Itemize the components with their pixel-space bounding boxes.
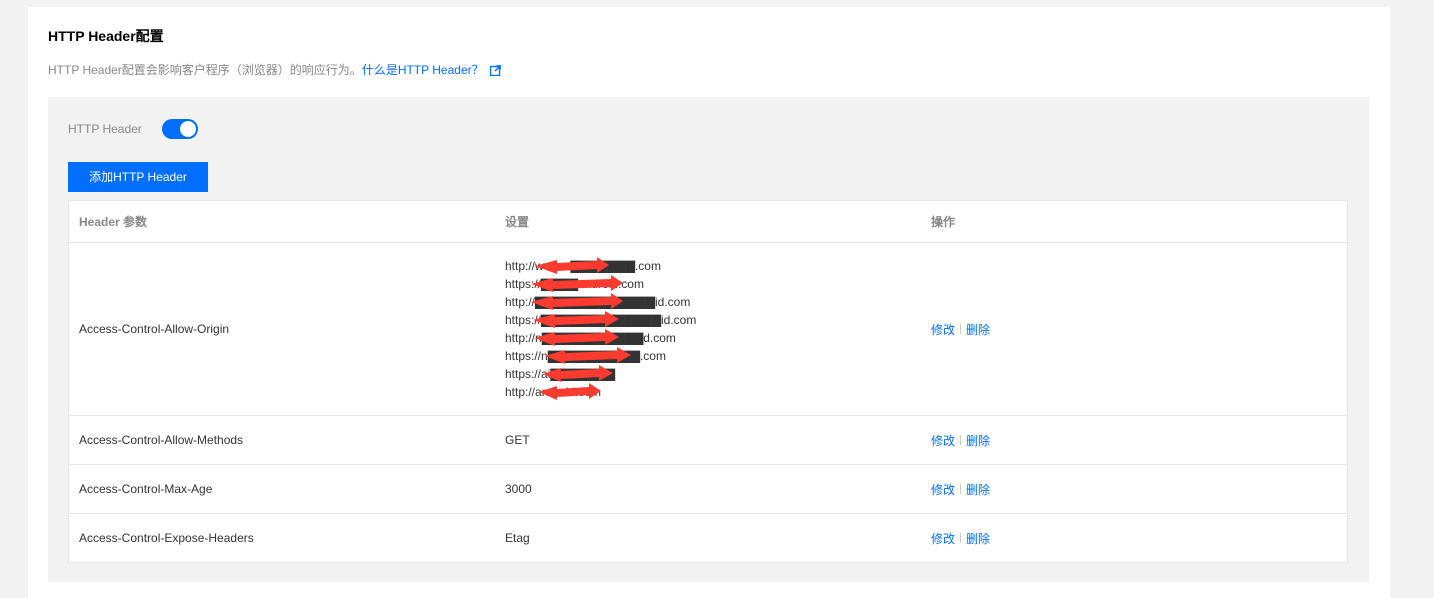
header-value: Etag (505, 531, 530, 545)
row-actions: 修改 删除 (931, 465, 1331, 513)
row-actions: 修改 删除 (931, 514, 1331, 562)
edit-link[interactable]: 修改 (931, 432, 955, 449)
column-header-param: Header 参数 (79, 215, 148, 229)
origin-item: https://▇▇▇▇▇▇▇▇▇▇▇▇▇id.com (505, 313, 697, 327)
http-header-toggle[interactable] (162, 119, 198, 139)
origin-list: http://www.a▇▇▇▇▇▇▇.com https://▇▇▇▇andr… (505, 257, 696, 401)
section-description: HTTP Header配置会影响客户程序（浏览器）的响应行为。什么是HTTP H… (48, 61, 501, 79)
delete-link[interactable]: 删除 (966, 481, 990, 498)
switch-label: HTTP Header (68, 122, 142, 136)
edit-link[interactable]: 修改 (931, 321, 955, 338)
table-row: Access-Control-Max-Age 3000 修改 删除 (69, 464, 1347, 513)
table-row: Access-Control-Allow-Methods GET 修改 删除 (69, 415, 1347, 464)
origin-item: http://n▇▇▇▇▇▇▇▇▇▇▇d.com (505, 331, 676, 345)
action-divider (960, 435, 962, 445)
edit-link[interactable]: 修改 (931, 530, 955, 547)
header-param: Access-Control-Expose-Headers (79, 531, 254, 545)
origin-item: http://www.a▇▇▇▇▇▇▇.com (505, 259, 661, 273)
table-row: Access-Control-Allow-Origin http://www.a… (69, 242, 1347, 415)
external-link-icon[interactable] (489, 65, 501, 79)
row-actions: 修改 删除 (931, 416, 1331, 464)
delete-link[interactable]: 删除 (966, 321, 990, 338)
column-header-action: 操作 (931, 215, 956, 229)
table-row: Access-Control-Expose-Headers Etag 修改 删除 (69, 513, 1347, 562)
origin-item: https://▇▇▇▇android.com (505, 277, 644, 291)
section-title: HTTP Header配置 (48, 28, 164, 44)
origin-item: https://n▇▇▇▇▇▇▇▇▇▇.com (505, 349, 666, 363)
delete-link[interactable]: 删除 (966, 530, 990, 547)
column-header-setting: 设置 (505, 215, 530, 229)
header-param: Access-Control-Max-Age (79, 482, 213, 496)
help-link[interactable]: 什么是HTTP Header？ (362, 63, 484, 77)
description-text: HTTP Header配置会影响客户程序（浏览器）的响应行为。 (48, 63, 362, 77)
origin-item: http://▇▇▇▇▇▇▇▇▇▇▇▇▇id.com (505, 295, 691, 309)
toggle-knob (180, 121, 196, 137)
edit-link[interactable]: 修改 (931, 481, 955, 498)
header-value: http://www.a▇▇▇▇▇▇▇.com https://▇▇▇▇andr… (505, 243, 925, 415)
header-param: Access-Control-Allow-Origin (79, 322, 230, 336)
header-value: 3000 (505, 482, 532, 496)
action-divider (960, 324, 962, 334)
row-actions: 修改 删除 (931, 243, 1331, 415)
delete-link[interactable]: 删除 (966, 432, 990, 449)
origin-item: https://ai▇▇▇▇▇▇▇ (505, 367, 615, 381)
action-divider (960, 533, 962, 543)
http-header-panel: HTTP Header 添加HTTP Header Header 参数 设置 操… (48, 97, 1369, 582)
header-param: Access-Control-Allow-Methods (79, 433, 244, 447)
header-table: Header 参数 设置 操作 Access-Control-Allow-Ori… (68, 200, 1348, 563)
table-header-row: Header 参数 设置 操作 (69, 201, 1347, 242)
http-header-card: HTTP Header配置 HTTP Header配置会影响客户程序（浏览器）的… (28, 7, 1390, 598)
action-divider (960, 484, 962, 494)
origin-item: http://android.com (505, 385, 602, 399)
add-http-header-button[interactable]: 添加HTTP Header (68, 162, 208, 192)
header-value: GET (505, 433, 530, 447)
